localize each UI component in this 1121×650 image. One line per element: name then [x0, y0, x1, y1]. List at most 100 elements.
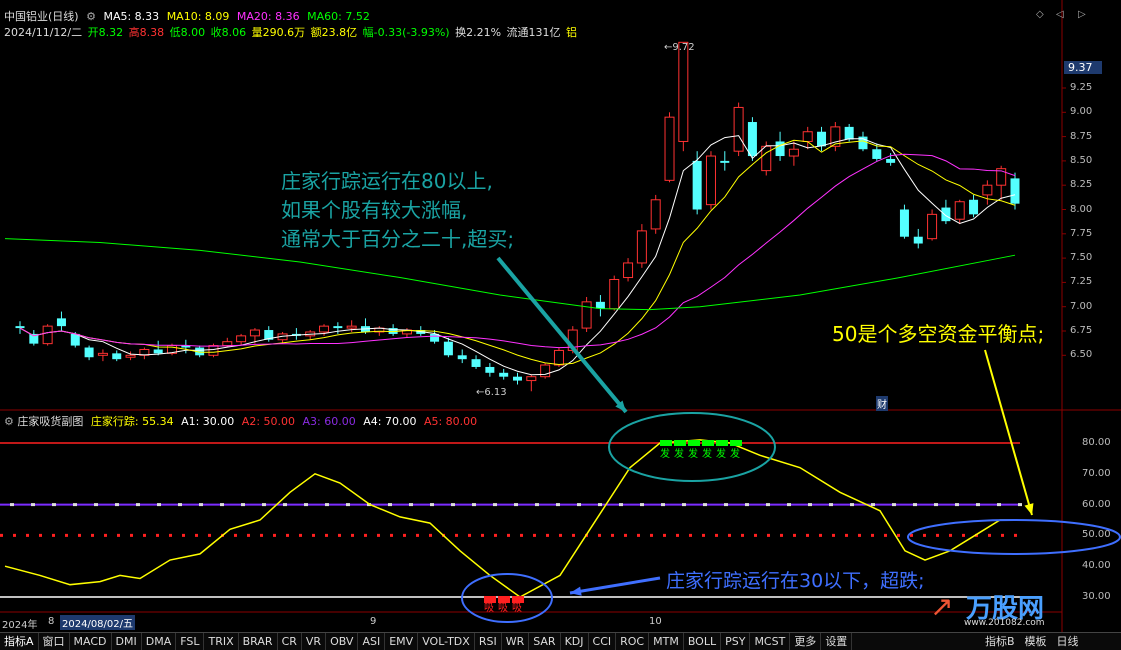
tab-5[interactable]: FSL [176, 633, 205, 650]
candle-body [595, 301, 605, 309]
a3-dot [745, 503, 749, 507]
tab-0[interactable]: 指标A [0, 633, 39, 650]
sell-signal-label: 发 [674, 447, 684, 460]
candle-body [222, 341, 233, 347]
candle-body [817, 131, 827, 147]
candle-body [236, 335, 247, 343]
tab-23[interactable]: MCST [750, 633, 791, 650]
candle-body [623, 262, 634, 279]
quote-low: 低8.00 [169, 26, 206, 39]
tab-21[interactable]: BOLL [684, 633, 722, 650]
price-tick: 6.75 [1070, 325, 1093, 336]
tab-25[interactable]: 设置 [821, 633, 853, 650]
diamond-icon[interactable]: ◇ [1036, 9, 1044, 20]
tab-24[interactable]: 更多 [790, 633, 822, 650]
tab-1[interactable]: 窗口 [39, 633, 70, 650]
quote-float: 流通131亿 [506, 26, 561, 39]
tab-14[interactable]: RSI [475, 633, 502, 650]
indicator-value: 庄家行踪: 55.34 [90, 415, 174, 428]
sell-signal-label: 发 [702, 447, 712, 460]
tab-19[interactable]: ROC [616, 633, 650, 650]
high-mark: ←9.72 [664, 42, 695, 53]
a1-value: A1: 30.00 [181, 415, 235, 428]
candle-body [913, 236, 923, 244]
indicator-tick: 80.00 [1082, 437, 1111, 448]
finance-event-badge[interactable]: 财 [876, 396, 888, 411]
tab-16[interactable]: SAR [529, 633, 561, 650]
indicator-title[interactable]: 庄家吸货副图 [17, 415, 83, 428]
candle-body [886, 158, 896, 163]
kline-chart[interactable]: 发发发发发发吸吸吸 [0, 0, 1121, 632]
indicator-header: ⚙ 庄家吸货副图 庄家行踪: 55.34 A1: 30.00 A2: 50.00… [4, 413, 477, 429]
a3-dot [724, 503, 728, 507]
candle-body [678, 41, 689, 142]
chevron-left-icon[interactable]: ◁ [1056, 9, 1064, 20]
a3-dot [304, 503, 308, 507]
tab-22[interactable]: PSY [721, 633, 751, 650]
candle-body [42, 325, 53, 345]
candle-body [112, 353, 122, 360]
candle-body [249, 329, 260, 337]
candle-body [553, 349, 564, 366]
tab-7[interactable]: BRAR [239, 633, 278, 650]
a3-dot [409, 503, 413, 507]
tab-6[interactable]: TRIX [204, 633, 239, 650]
quote-change: 幅-0.33(-3.93%) [362, 26, 450, 39]
cursor-date: 2024/08/02/五 [60, 615, 136, 630]
tab-indicator-b[interactable]: 指标B [985, 633, 1015, 649]
chevron-right-icon[interactable]: ▷ [1078, 9, 1086, 20]
settings-icon[interactable]: ⚙ [86, 10, 96, 23]
tab-9[interactable]: VR [302, 633, 327, 650]
tab-10[interactable]: OBV [326, 633, 359, 650]
candle-body [609, 278, 620, 310]
tab-17[interactable]: KDJ [561, 633, 589, 650]
a3-dot [1018, 503, 1022, 507]
candle-body [485, 366, 495, 373]
tab-11[interactable]: ASI [358, 633, 386, 650]
candle-body [969, 199, 979, 215]
candle-body [346, 325, 357, 329]
price-tick: 8.00 [1070, 203, 1093, 215]
tab-3[interactable]: DMI [112, 633, 142, 650]
quote-volume: 量290.6万 [251, 26, 306, 39]
candle-body [899, 209, 909, 237]
a3-dot [787, 503, 791, 507]
a3-dot [913, 503, 917, 507]
ma20-label: MA20: 8.36 [236, 10, 300, 23]
stock-header: 中国铝业(日线) ⚙ MA5: 8.33 MA10: 8.09 MA20: 8.… [4, 8, 370, 24]
a3-dot [556, 503, 560, 507]
a3-dot [766, 503, 770, 507]
a3-dot [262, 503, 266, 507]
tab-13[interactable]: VOL-TDX [418, 633, 475, 650]
a3-dot [115, 503, 119, 507]
logo-site: www.201082.com [964, 618, 1045, 628]
tab-20[interactable]: MTM [649, 633, 684, 650]
buy-signal-label: 吸 [484, 603, 494, 614]
candle-body [333, 326, 343, 329]
a3-dot [703, 503, 707, 507]
a3-dot [493, 503, 497, 507]
indicator-settings-icon[interactable]: ⚙ [4, 415, 14, 428]
tab-8[interactable]: CR [278, 633, 302, 650]
tab-15[interactable]: WR [502, 633, 530, 650]
tab-4[interactable]: DMA [142, 633, 177, 650]
a3-dot [619, 503, 623, 507]
annotation-overbought: 庄家行踪运行在80以上, 如果个股有较大涨幅, 通常大于百分之二十,超买; [281, 167, 514, 254]
a3-dot [178, 503, 182, 507]
price-tick: 9.25 [1070, 82, 1093, 93]
candle-body [443, 341, 453, 356]
tab-daily[interactable]: 日线 [1057, 633, 1079, 649]
tab-12[interactable]: EMV [385, 633, 419, 650]
tab-18[interactable]: CCI [589, 633, 617, 650]
a3-dot [976, 503, 980, 507]
candle-body [705, 155, 716, 206]
a3-dot [451, 503, 455, 507]
candle-body [844, 126, 854, 140]
sell-signal-bar [702, 440, 714, 446]
stock-title[interactable]: 中国铝业(日线) [4, 10, 79, 23]
candle-body [513, 376, 522, 381]
tab-2[interactable]: MACD [70, 633, 112, 650]
buy-signal-bar [512, 596, 524, 603]
tab-template[interactable]: 模板 [1025, 633, 1047, 649]
sector-tag[interactable]: 铝 [566, 26, 577, 39]
